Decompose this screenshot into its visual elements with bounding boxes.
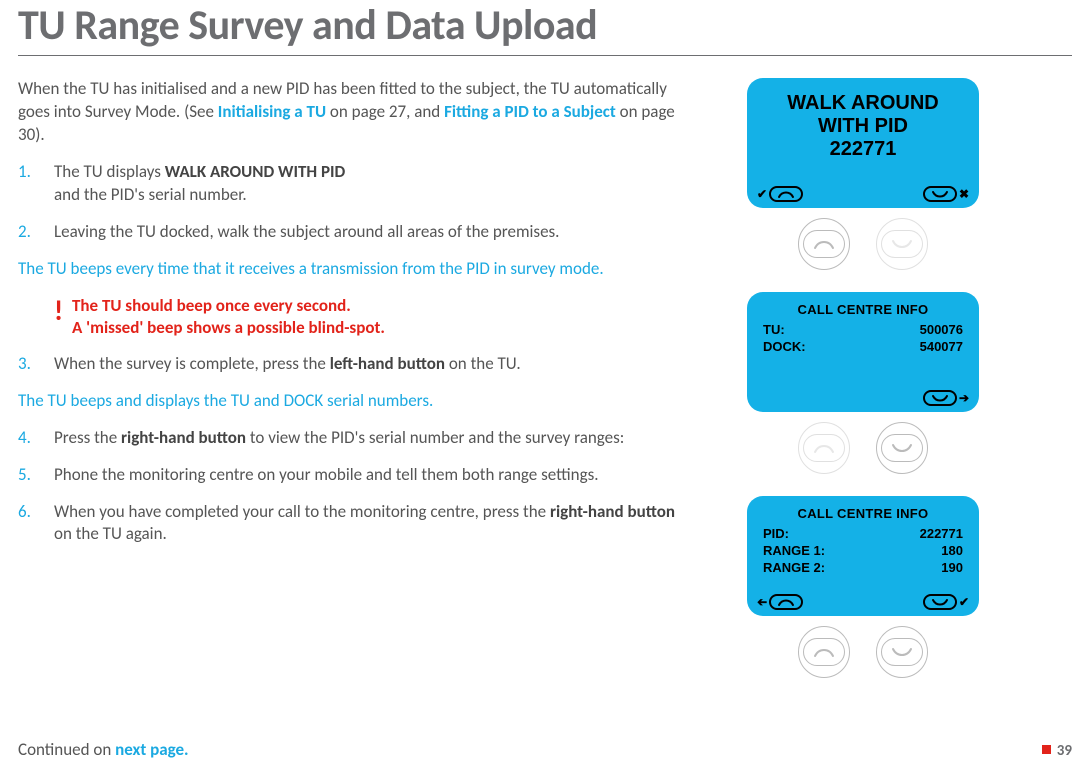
kv-key: TU:	[763, 322, 785, 337]
device-column: WALK AROUND WITH PID 222771 ✔	[718, 78, 1008, 678]
right-button[interactable]	[876, 626, 928, 678]
screen-heading: CALL CENTRE INFO	[761, 506, 965, 521]
step-text: Phone the monitoring centre on your mobi…	[54, 464, 599, 485]
next-page-link[interactable]: next page.	[115, 739, 188, 760]
exclamation-icon: !	[54, 293, 63, 329]
device-2-screen: CALL CENTRE INFO TU: 500076 DOCK: 540077 ➔	[747, 292, 979, 412]
right-button[interactable]	[876, 218, 928, 270]
step-text: When the survey is complete, press the	[54, 353, 330, 374]
step-4: Press the right-hand button to view the …	[18, 427, 688, 450]
step-bold: left-hand button	[330, 353, 445, 374]
kv-key: RANGE 1:	[763, 543, 825, 558]
kv-val: 190	[941, 560, 963, 575]
step-2: Leaving the TU docked, walk the subject …	[18, 221, 688, 244]
step-text: When you have completed your call to the…	[54, 501, 550, 522]
step-text: on the TU again.	[54, 523, 167, 544]
warning-beep: ! The TU should beep once every second. …	[54, 295, 688, 339]
phone-hangup-icon	[923, 186, 957, 202]
step-1: The TU displays WALK AROUND WITH PID and…	[18, 161, 688, 207]
step-bold: WALK AROUND WITH PID	[165, 161, 346, 182]
step-text: Press the	[54, 427, 121, 448]
phone-pickup-icon	[769, 186, 803, 202]
step-text: The TU displays	[54, 161, 165, 182]
screen-line: WITH PID	[818, 115, 908, 137]
left-button[interactable]	[798, 218, 850, 270]
phone-pickup-icon	[769, 594, 803, 610]
intro-text: on page 27, and	[326, 101, 444, 122]
page-marker-icon	[1042, 745, 1051, 754]
intro-paragraph: When the TU has initialised and a new PI…	[18, 78, 688, 147]
kv-key: PID:	[763, 526, 789, 541]
right-button[interactable]	[876, 422, 928, 474]
check-icon: ✔	[959, 596, 969, 608]
step-text: and the PID's serial number.	[54, 184, 247, 205]
step-text: to view the PID's serial number and the …	[246, 427, 624, 448]
continued-text: Continued on	[18, 739, 115, 760]
screen-line: WALK AROUND	[787, 92, 938, 114]
ref-fitting-pid[interactable]: Fitting a PID to a Subject	[444, 101, 616, 122]
step-text: Leaving the TU docked, walk the subject …	[54, 221, 559, 242]
kv-val: 222771	[920, 526, 963, 541]
left-button[interactable]	[798, 626, 850, 678]
cross-icon: ✖	[959, 188, 969, 200]
step-bold: right-hand button	[121, 427, 246, 448]
phone-hangup-icon	[923, 390, 957, 406]
page-title: TU Range Survey and Data Upload	[0, 0, 1090, 51]
kv-val: 180	[941, 543, 963, 558]
device-3-screen: CALL CENTRE INFO PID:222771 RANGE 1:180 …	[747, 496, 979, 616]
device-1: WALK AROUND WITH PID 222771 ✔	[718, 78, 1008, 270]
device-1-screen: WALK AROUND WITH PID 222771 ✔	[747, 78, 979, 208]
phone-hangup-icon	[923, 594, 957, 610]
step-bold: right-hand button	[550, 501, 675, 522]
device-2: CALL CENTRE INFO TU: 500076 DOCK: 540077 ➔	[718, 292, 1008, 474]
ref-initialising-tu[interactable]: Initialising a TU	[218, 101, 326, 122]
kv-val: 540077	[920, 339, 963, 354]
instructions-column: When the TU has initialised and a new PI…	[18, 78, 688, 678]
step-5: Phone the monitoring centre on your mobi…	[18, 464, 688, 487]
check-icon: ✔	[757, 188, 767, 200]
kv-key: RANGE 2:	[763, 560, 825, 575]
screen-heading: CALL CENTRE INFO	[761, 302, 965, 317]
device-3: CALL CENTRE INFO PID:222771 RANGE 1:180 …	[718, 496, 1008, 678]
kv-key: DOCK:	[763, 339, 806, 354]
kv-val: 500076	[920, 322, 963, 337]
page-rule	[18, 55, 1072, 56]
page-number: 39	[1042, 742, 1072, 760]
note-step3: The TU beeps and displays the TU and DOC…	[18, 390, 688, 413]
note-step2: The TU beeps every time that it receives…	[18, 258, 688, 281]
page-number-value: 39	[1057, 742, 1072, 760]
warning-line: The TU should beep once every second.	[72, 295, 351, 316]
step-3: When the survey is complete, press the l…	[18, 353, 688, 376]
left-button[interactable]	[798, 422, 850, 474]
warning-line: A 'missed' beep shows a possible blind-s…	[72, 317, 385, 338]
screen-line: 222771	[830, 138, 897, 160]
continued-footer: Continued on next page.	[18, 739, 189, 760]
step-6: When you have completed your call to the…	[18, 501, 688, 547]
arrow-right-icon: ➔	[959, 392, 969, 404]
arrow-left-icon: ➔	[757, 596, 767, 608]
step-text: on the TU.	[445, 353, 521, 374]
